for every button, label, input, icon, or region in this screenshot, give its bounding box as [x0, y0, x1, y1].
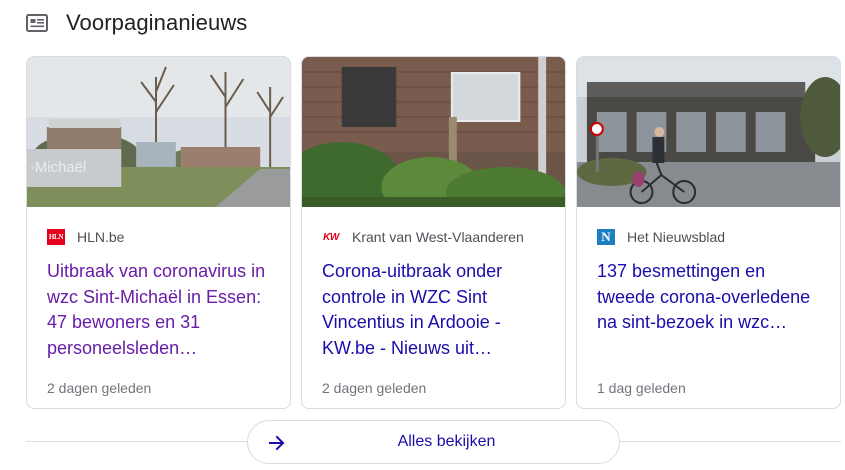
news-carousel: -Michaël HLN HLN.be Uitbraak van coronav…	[26, 56, 841, 409]
news-headline-link[interactable]: Uitbraak van coronavirus in wzc Sint-Mic…	[47, 259, 270, 361]
news-timestamp: 2 dagen geleden	[47, 380, 152, 396]
news-timestamp: 1 dag geleden	[597, 380, 686, 396]
source-name: Het Nieuwsblad	[627, 229, 726, 245]
source-name: Krant van West-Vlaanderen	[352, 229, 524, 245]
source-name: HLN.be	[77, 229, 125, 245]
news-source: N Het Nieuwsblad	[597, 229, 820, 245]
news-source: HLN HLN.be	[47, 229, 270, 245]
news-thumbnail	[302, 57, 565, 207]
news-card[interactable]: N Het Nieuwsblad 137 besmettingen en twe…	[576, 56, 841, 409]
news-timestamp: 2 dagen geleden	[322, 380, 427, 396]
divider	[26, 441, 247, 442]
nieuwsblad-logo-icon: N	[597, 229, 615, 245]
kw-logo-icon: KW	[323, 231, 339, 243]
hln-logo-icon: HLN	[47, 229, 65, 245]
sign-text: -Michaël	[30, 159, 86, 176]
news-card[interactable]: KW Krant van West-Vlaanderen Corona-uitb…	[301, 56, 566, 409]
view-all-label: Alles bekijken	[397, 433, 496, 450]
view-all-button[interactable]: Alles bekijken	[247, 420, 620, 464]
section-header: Voorpaginanieuws	[26, 8, 247, 38]
news-thumbnail: -Michaël	[27, 57, 290, 207]
news-card[interactable]: -Michaël HLN HLN.be Uitbraak van coronav…	[26, 56, 291, 409]
news-headline-link[interactable]: Corona-uitbraak onder controle in WZC Si…	[322, 259, 545, 361]
section-title: Voorpaginanieuws	[66, 10, 248, 35]
divider	[619, 441, 841, 442]
news-thumbnail	[577, 57, 840, 207]
news-source: KW Krant van West-Vlaanderen	[322, 229, 545, 245]
newspaper-icon	[26, 14, 48, 32]
news-headline-link[interactable]: 137 besmettingen en tweede corona-overle…	[597, 259, 820, 361]
